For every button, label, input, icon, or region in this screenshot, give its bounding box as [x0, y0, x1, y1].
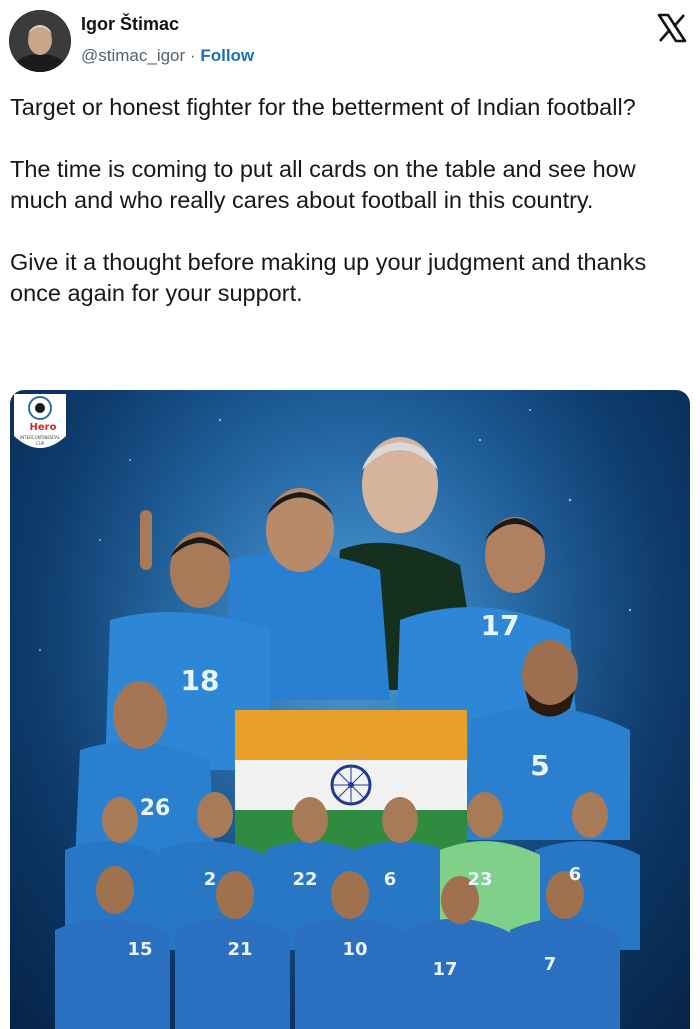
tweet-header: Igor Štimac @stimac_igor · Follow	[0, 0, 700, 86]
jersey-number: 2	[204, 869, 217, 890]
badge-cup: CUP	[36, 441, 45, 446]
jersey-number: 17	[481, 609, 520, 642]
jersey-number: 21	[227, 939, 252, 960]
indian-flag	[235, 710, 467, 860]
profile-photo	[9, 10, 71, 72]
jersey-number: 26	[140, 796, 171, 821]
tweet-paragraph: Give it a thought before making up your …	[10, 249, 647, 306]
jersey-number: 18	[181, 664, 220, 697]
jersey-number: 6	[384, 869, 397, 890]
tweet-paragraph: Target or honest fighter for the betterm…	[10, 94, 636, 120]
team-poster-artwork: 18 17 26 5 22 2 6 23 6 15 21 10 17 7	[10, 390, 690, 1029]
jersey-number: 15	[127, 939, 152, 960]
jersey-number: 7	[544, 954, 557, 975]
author-meta: @stimac_igor · Follow	[81, 46, 254, 66]
jersey-number: 22	[292, 869, 317, 890]
jersey-number: 6	[569, 864, 582, 885]
jersey-number: 10	[342, 939, 367, 960]
tweet-paragraph: The time is coming to put all cards on t…	[10, 156, 636, 213]
jersey-number: 5	[530, 749, 549, 782]
author-handle[interactable]: @stimac_igor	[81, 46, 185, 65]
hero-cup-badge: Hero INTERCONTINENTAL CUP	[14, 394, 66, 448]
separator: ·	[189, 46, 196, 65]
tweet-text: Target or honest fighter for the betterm…	[10, 92, 680, 340]
tweet-media-image[interactable]: 18 17 26 5 22 2 6 23 6 15 21 10 17 7 Her…	[10, 390, 690, 1029]
x-logo-icon[interactable]	[656, 12, 688, 44]
badge-subtitle: INTERCONTINENTAL	[20, 435, 61, 440]
follow-button[interactable]: Follow	[200, 46, 254, 65]
jersey-number: 23	[467, 869, 492, 890]
author-name[interactable]: Igor Štimac	[81, 14, 179, 35]
avatar[interactable]	[9, 10, 71, 72]
hero-logo-text: Hero	[30, 422, 57, 433]
jersey-number: 17	[432, 959, 457, 980]
